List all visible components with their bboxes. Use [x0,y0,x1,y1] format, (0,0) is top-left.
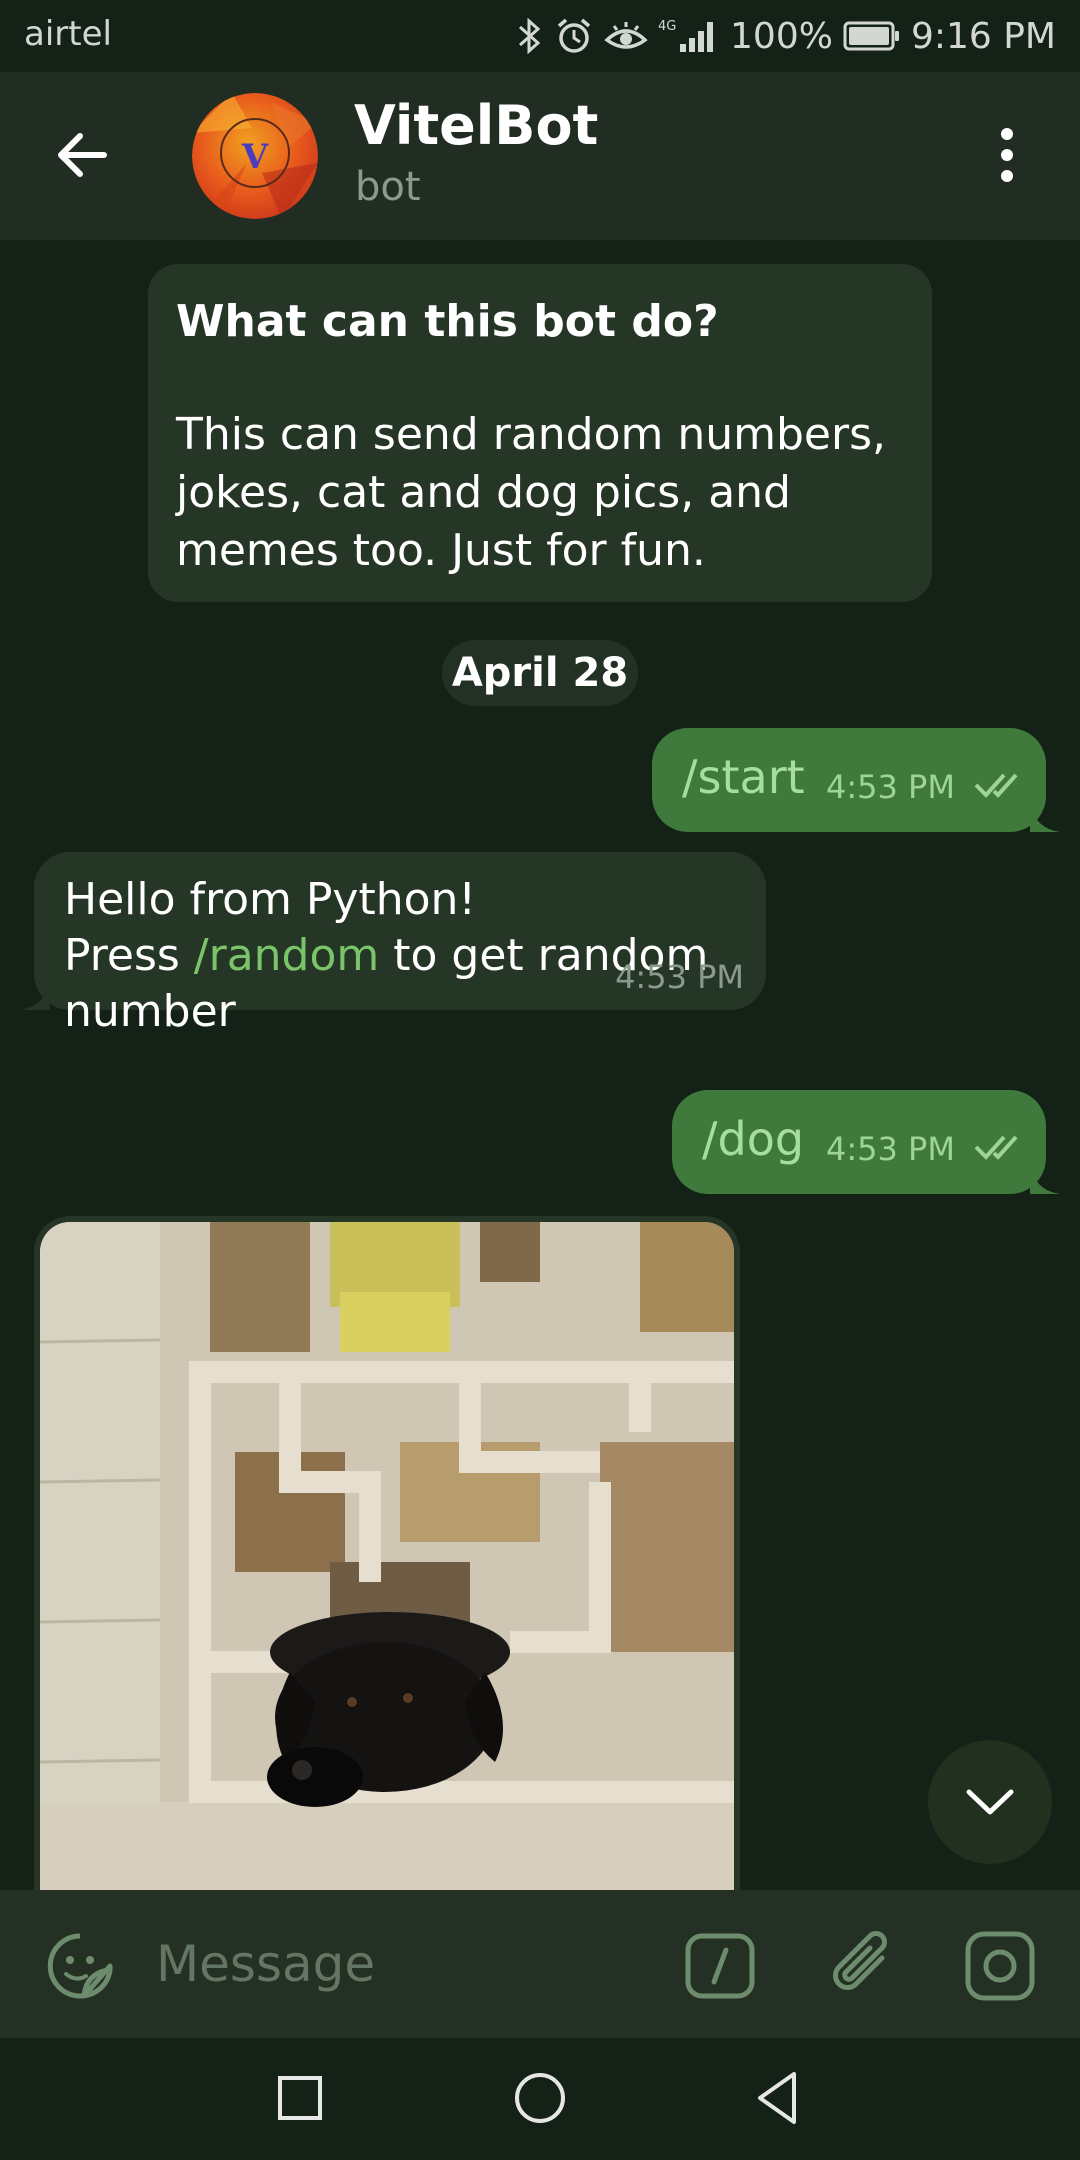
eye-comfort-icon [604,16,648,56]
date-separator: April 28 [442,640,638,706]
chat-subtitle: bot [355,164,421,210]
message-input[interactable] [156,1928,656,2000]
bot-info-card: What can this bot do? This can send rand… [148,264,932,602]
message-text: /start [682,750,805,804]
status-icons: 4G 100% 9:16 PM [516,10,1056,62]
bot-logo-icon: V [192,93,318,219]
bot-info-title: What can this bot do? [176,296,719,347]
more-options-button[interactable] [990,122,1024,188]
triangle-back-icon [758,2072,796,2124]
battery-percent: 100% [730,15,833,57]
message-text: /dog [702,1112,805,1166]
message-text-segment: Press [64,930,194,981]
message-text: Hello from Python! Press /random to get … [64,872,764,1040]
photo-message[interactable] [34,1216,740,1890]
bubble-tail [20,980,50,1010]
chat-title[interactable]: VitelBot [354,94,598,157]
back-button[interactable] [50,122,116,188]
incoming-message[interactable]: Hello from Python! Press /random to get … [20,852,766,1037]
message-time: 4:53 PM [826,1130,955,1168]
scroll-down-button[interactable] [928,1740,1052,1864]
chat-header: V VitelBot bot [0,72,1080,240]
camera-button[interactable] [964,1930,1036,2002]
bubble-tail [1030,802,1060,832]
back-nav-button[interactable] [748,2068,808,2128]
alarm-icon [554,16,594,56]
message-list[interactable]: What can this bot do? This can send rand… [0,240,1080,1890]
message-time: 4:53 PM [615,958,744,996]
double-check-icon [974,1135,1018,1160]
battery-icon [843,20,901,52]
message-input-bar [0,1890,1080,2038]
bot-commands-button[interactable] [684,1930,756,2002]
paperclip-icon [833,1931,887,1990]
command-link-random[interactable]: /random [194,930,379,981]
outgoing-message[interactable]: /start 4:53 PM [652,728,1060,832]
network-type-label: 4G [658,19,676,34]
arrow-left-icon [58,133,107,177]
avatar[interactable]: V [192,93,318,219]
bubble-tail [1030,1164,1060,1194]
sticker-emoji-icon [47,1933,113,1999]
outgoing-message[interactable]: /dog 4:53 PM [672,1090,1060,1194]
bot-info-description: This can send random numbers, jokes, cat… [176,409,886,576]
signal-icon: 4G [658,16,720,56]
recents-button[interactable] [270,2068,330,2128]
square-icon [278,2076,322,2120]
message-time: 4:53 PM [826,768,955,806]
dog-photo[interactable] [40,1222,734,1890]
emoji-button[interactable] [44,1930,116,2002]
bluetooth-icon [516,16,544,56]
avatar-letter: V [241,137,269,177]
attach-button[interactable] [826,1928,902,2004]
system-nav-bar [0,2038,1080,2160]
clock: 9:16 PM [910,15,1056,57]
status-bar: airtel 4G 100% 9:16 PM [0,0,1080,72]
slash-command-icon [685,1933,755,1999]
double-check-icon [974,773,1018,798]
instant-camera-icon [965,1931,1035,2001]
home-button[interactable] [510,2068,570,2128]
circle-icon [515,2073,565,2123]
message-line: Hello from Python! [64,874,477,925]
carrier-name: airtel [24,14,112,54]
more-vertical-icon [1001,128,1013,182]
chevron-down-icon [966,1789,1014,1815]
